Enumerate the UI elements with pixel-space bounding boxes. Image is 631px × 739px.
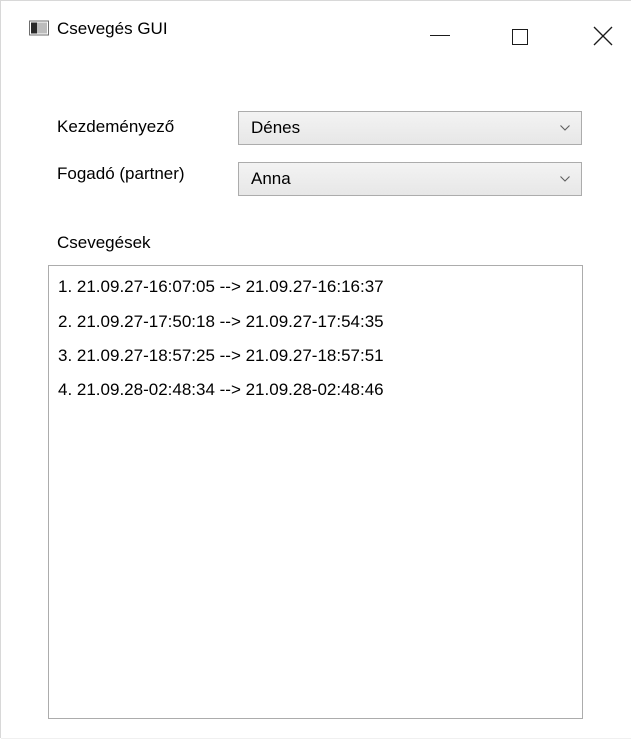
list-item[interactable]: 3. 21.09.27-18:57:25 --> 21.09.27-18:57:… xyxy=(58,346,384,366)
chevron-down-icon xyxy=(560,125,570,131)
initiator-combobox[interactable]: Dénes xyxy=(238,111,582,145)
minimize-icon xyxy=(430,35,450,36)
receiver-label: Fogadó (partner) xyxy=(57,164,185,183)
list-item[interactable]: 2. 21.09.27-17:50:18 --> 21.09.27-17:54:… xyxy=(58,312,384,332)
window-title: Csevegés GUI xyxy=(57,19,168,38)
chats-listbox[interactable]: 1. 21.09.27-16:07:05 --> 21.09.27-16:16:… xyxy=(48,265,583,719)
initiator-label: Kezdeményező xyxy=(57,117,175,136)
maximize-button[interactable] xyxy=(497,1,543,63)
chevron-down-icon xyxy=(560,176,570,182)
close-button[interactable] xyxy=(581,1,627,63)
list-item[interactable]: 4. 21.09.28-02:48:34 --> 21.09.28-02:48:… xyxy=(58,380,384,400)
minimize-button[interactable] xyxy=(419,1,465,63)
close-icon xyxy=(593,26,613,46)
chats-label: Csevegések xyxy=(57,233,151,252)
app-window-icon xyxy=(29,20,49,36)
title-bar[interactable]: Csevegés GUI xyxy=(1,1,631,46)
initiator-selected-value: Dénes xyxy=(251,118,301,137)
receiver-selected-value: Anna xyxy=(251,169,291,188)
maximize-icon xyxy=(512,29,528,45)
app-window: Csevegés GUI Kezdeményező Dénes Fogadó (… xyxy=(0,0,631,739)
receiver-combobox[interactable]: Anna xyxy=(238,162,582,196)
list-item[interactable]: 1. 21.09.27-16:07:05 --> 21.09.27-16:16:… xyxy=(58,277,384,297)
